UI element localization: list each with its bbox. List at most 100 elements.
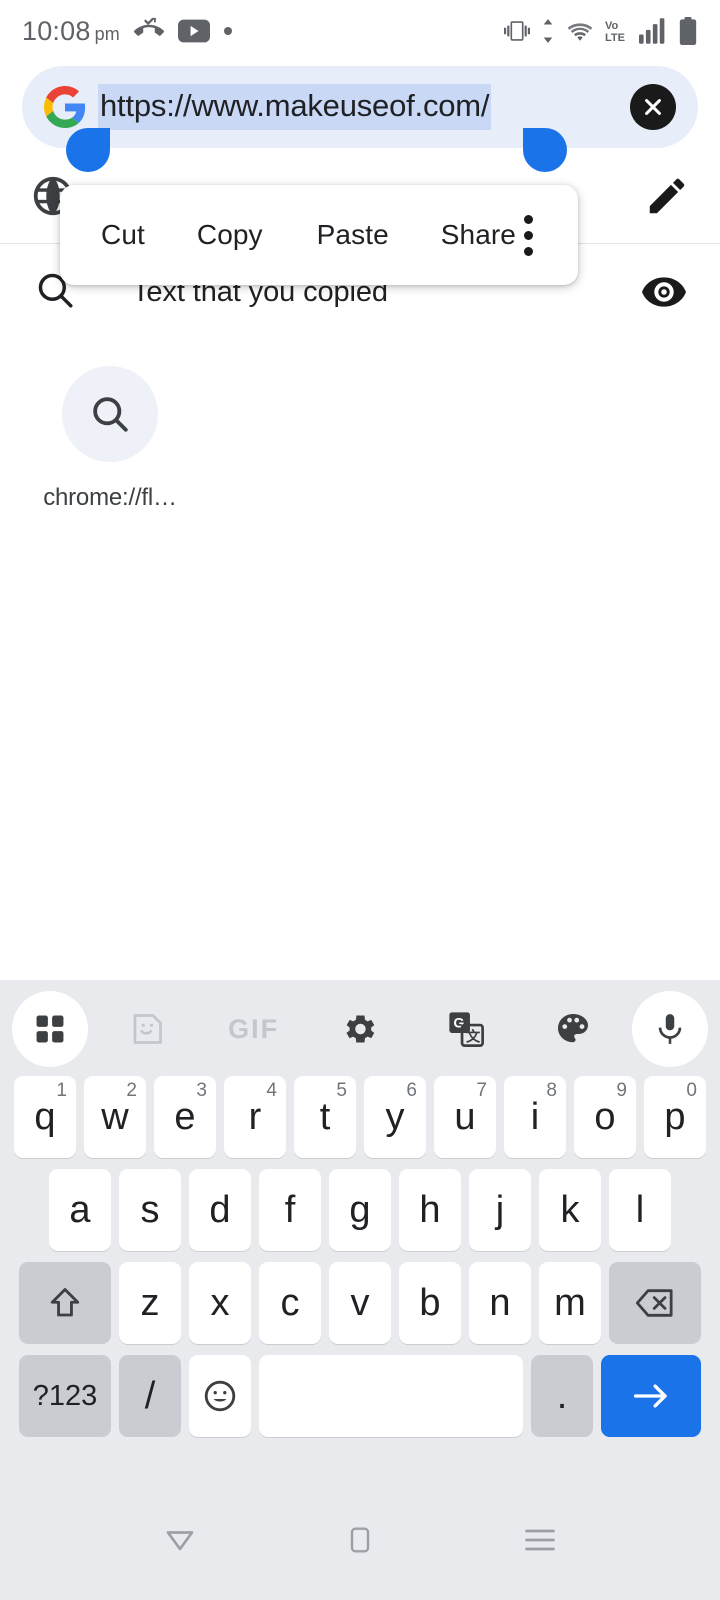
key-a[interactable]: a [49, 1169, 111, 1251]
emoji-key[interactable] [189, 1355, 251, 1437]
key-hint: 9 [616, 1080, 627, 1101]
key-u[interactable]: u7 [434, 1076, 496, 1158]
key-o[interactable]: o9 [574, 1076, 636, 1158]
volte-icon: Vo LTE [604, 18, 630, 44]
key-b[interactable]: b [399, 1262, 461, 1344]
keyboard-toolbar: GIF G文 [0, 986, 720, 1072]
recents-lines-icon[interactable] [510, 1510, 570, 1570]
palette-icon[interactable] [520, 993, 626, 1065]
key-j[interactable]: j [469, 1169, 531, 1251]
key-l[interactable]: l [609, 1169, 671, 1251]
key-label: j [495, 1189, 505, 1231]
key-label: o [594, 1096, 616, 1138]
key-f[interactable]: f [259, 1169, 321, 1251]
keyboard-row-4: ?123 / . [0, 1355, 720, 1437]
omnibox-container: https://www.makeuseof.com/ [0, 62, 720, 172]
key-label: s [140, 1189, 160, 1231]
key-w[interactable]: w2 [84, 1076, 146, 1158]
clock-time: 10:08 [22, 15, 91, 46]
key-c[interactable]: c [259, 1262, 321, 1344]
key-x[interactable]: x [189, 1262, 251, 1344]
context-menu-item-paste[interactable]: Paste [309, 219, 397, 251]
close-circle-icon[interactable] [630, 84, 676, 130]
signal-icon [639, 18, 669, 44]
key-s[interactable]: s [119, 1169, 181, 1251]
key-d[interactable]: d [189, 1169, 251, 1251]
key-label: b [419, 1282, 441, 1324]
key-label: w [101, 1096, 129, 1138]
key-e[interactable]: e3 [154, 1076, 216, 1158]
enter-go-key[interactable] [601, 1355, 701, 1437]
svg-text:Vo: Vo [605, 20, 619, 32]
key-hint: 5 [336, 1080, 347, 1101]
system-navigation-bar [0, 1480, 720, 1600]
context-menu-item-copy[interactable]: Copy [189, 219, 271, 251]
text-selection-context-menu[interactable]: Cut Copy Paste Share [60, 185, 578, 285]
key-t[interactable]: t5 [294, 1076, 356, 1158]
search-icon [62, 366, 158, 462]
key-label: d [209, 1189, 231, 1231]
key-label: n [489, 1282, 511, 1324]
key-p[interactable]: p0 [644, 1076, 706, 1158]
sticker-icon[interactable] [94, 993, 200, 1065]
pencil-edit-icon[interactable] [644, 173, 690, 219]
key-m[interactable]: m [539, 1262, 601, 1344]
key-v[interactable]: v [329, 1262, 391, 1344]
home-square-icon[interactable] [330, 1510, 390, 1570]
svg-text:LTE: LTE [605, 32, 625, 44]
key-label: i [530, 1096, 540, 1138]
key-n[interactable]: n [469, 1262, 531, 1344]
key-r[interactable]: r4 [224, 1076, 286, 1158]
symbols-key[interactable]: ?123 [19, 1355, 111, 1437]
key-g[interactable]: g [329, 1169, 391, 1251]
key-q[interactable]: q1 [14, 1076, 76, 1158]
key-label: k [560, 1189, 580, 1231]
arrow-right-icon [633, 1384, 667, 1408]
dot-icon [223, 27, 232, 35]
key-label: p [664, 1096, 686, 1138]
suggestion-tile[interactable]: chrome://fl… [43, 366, 177, 512]
keyboard-row-2: a s d f g h j k l [0, 1169, 720, 1251]
context-menu-item-share[interactable]: Share [433, 219, 524, 251]
key-h[interactable]: h [399, 1169, 461, 1251]
gif-icon[interactable]: GIF [200, 993, 306, 1065]
status-bar-left: 10:08 pm [22, 16, 232, 47]
context-menu-item-cut[interactable]: Cut [93, 219, 153, 251]
eye-icon[interactable] [642, 277, 686, 307]
gear-icon[interactable] [307, 993, 413, 1065]
status-bar: 10:08 pm Vo LTE [0, 0, 720, 62]
microphone-icon[interactable] [632, 991, 709, 1067]
status-bar-right: Vo LTE [503, 17, 698, 45]
more-vertical-icon[interactable] [523, 214, 533, 256]
key-z[interactable]: z [119, 1262, 181, 1344]
key-label: . [556, 1375, 568, 1417]
key-label: u [454, 1096, 476, 1138]
slash-key[interactable]: / [119, 1355, 181, 1437]
key-k[interactable]: k [539, 1169, 601, 1251]
space-key[interactable] [259, 1355, 523, 1437]
key-y[interactable]: y6 [364, 1076, 426, 1158]
key-label: c [280, 1282, 300, 1324]
key-hint: 2 [126, 1080, 137, 1101]
url-search-bar[interactable]: https://www.makeuseof.com/ [22, 66, 698, 148]
key-label: y [385, 1096, 405, 1138]
url-input-text[interactable]: https://www.makeuseof.com/ [98, 84, 492, 130]
translate-icon[interactable]: G文 [413, 993, 519, 1065]
key-label: m [554, 1282, 586, 1324]
period-key[interactable]: . [531, 1355, 593, 1437]
battery-icon [678, 17, 698, 45]
key-label: v [350, 1282, 370, 1324]
shift-key[interactable] [19, 1262, 111, 1344]
status-bar-clock: 10:08 pm [22, 16, 120, 47]
back-triangle-icon[interactable] [150, 1510, 210, 1570]
key-label: x [210, 1282, 230, 1324]
virtual-keyboard: GIF G文 q1 w2 e3 r4 t5 y6 u7 i8 o9 p0 a s… [0, 980, 720, 1480]
data-transfer-icon [540, 18, 556, 44]
key-i[interactable]: i8 [504, 1076, 566, 1158]
apps-grid-icon[interactable] [12, 991, 88, 1067]
key-label: a [69, 1189, 91, 1231]
emoji-smiley-icon [204, 1380, 236, 1412]
backspace-key[interactable] [609, 1262, 701, 1344]
key-label: r [248, 1096, 262, 1138]
suggestion-tile-label: chrome://fl… [43, 484, 177, 511]
